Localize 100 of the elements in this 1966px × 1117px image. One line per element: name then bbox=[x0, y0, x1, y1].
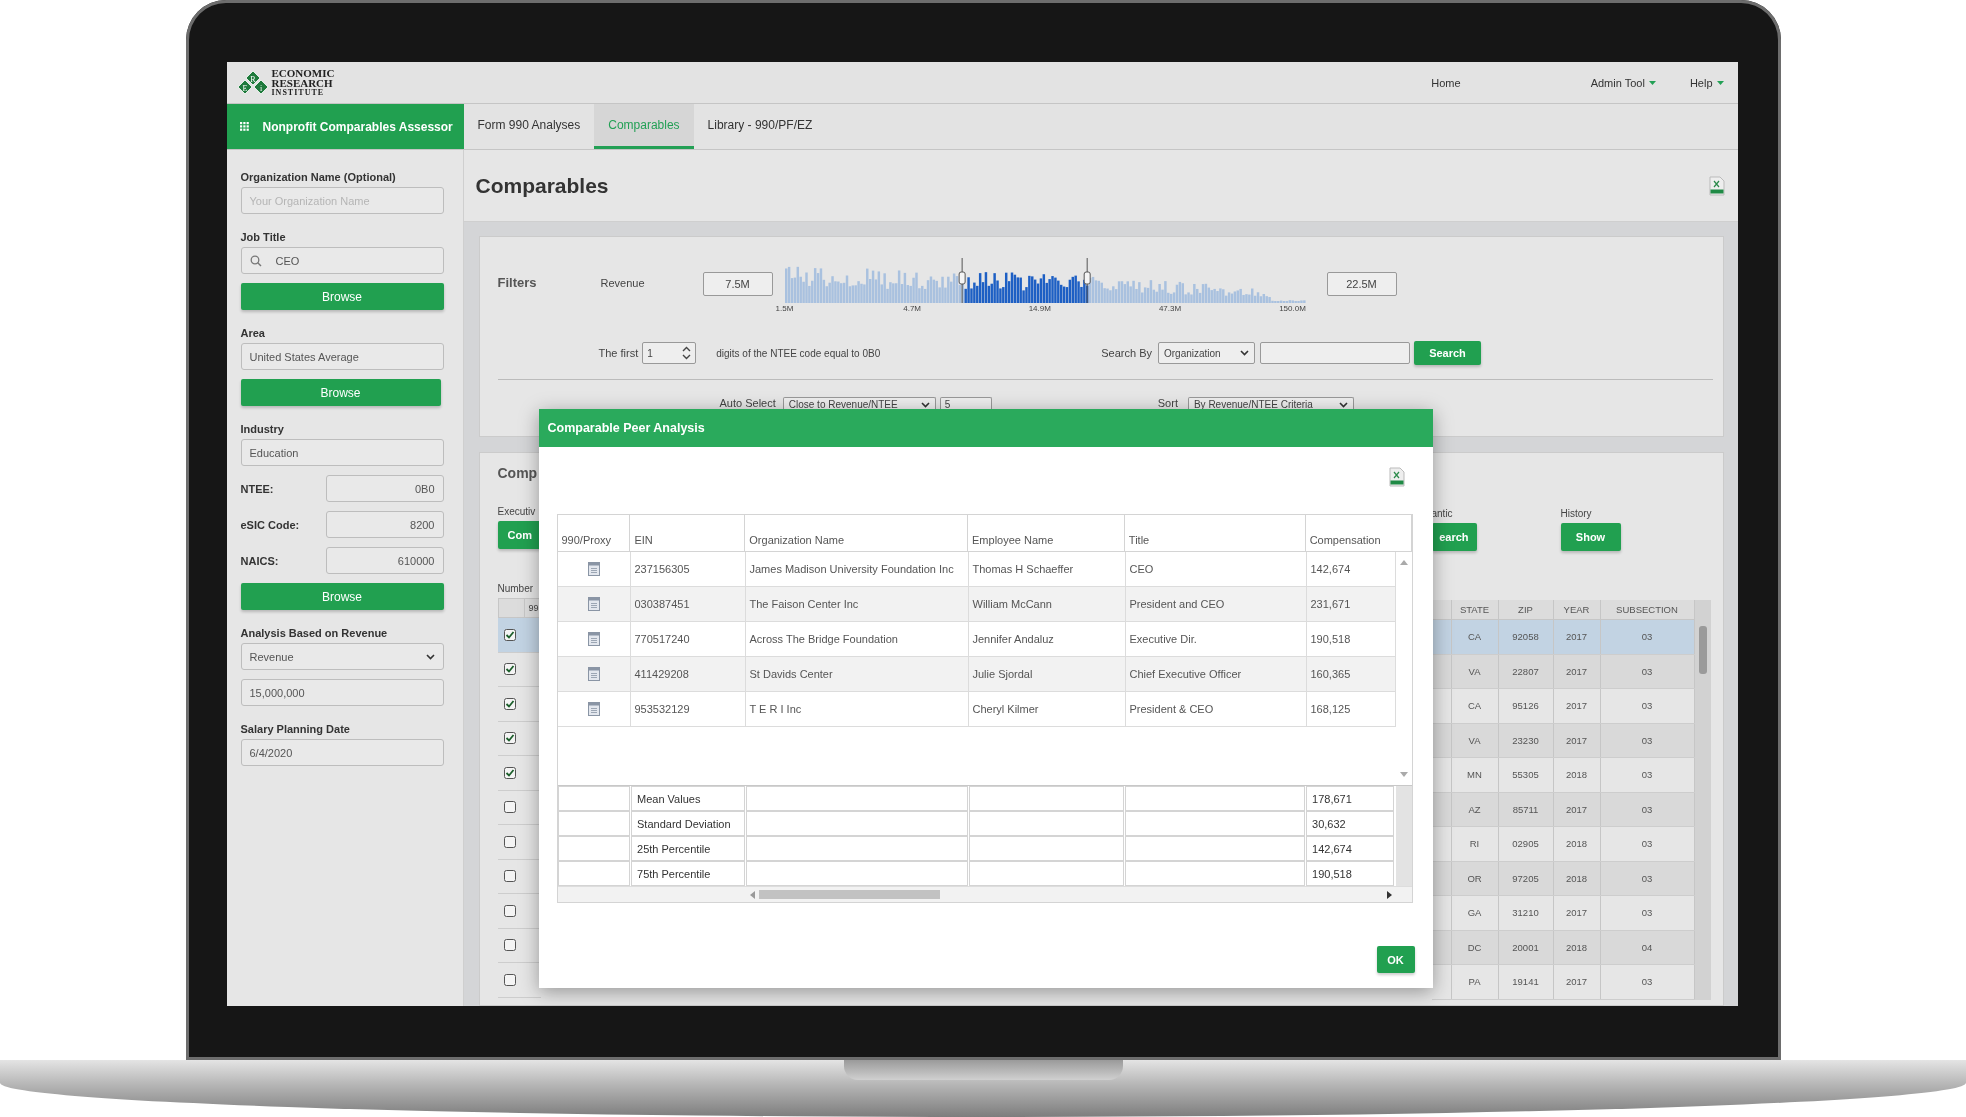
checkbox[interactable] bbox=[503, 973, 516, 986]
column-header: YEAR bbox=[1553, 600, 1601, 619]
checkbox[interactable] bbox=[503, 870, 516, 883]
nav-link[interactable]: Home bbox=[1431, 76, 1461, 89]
table-cell: William McCann bbox=[968, 587, 1126, 621]
browse-button[interactable]: Browse bbox=[240, 379, 441, 406]
table-row[interactable]: 953532129 T E R I Inc Cheryl Kilmer President & CEO 168,125 bbox=[557, 692, 1396, 727]
min-revenue-field[interactable]: 7.5M bbox=[702, 272, 773, 296]
table-row[interactable]: 237156305 James Madison University Foundation Inc Thomas H Schaeffer CEO 142,674 bbox=[557, 552, 1396, 587]
field-label: NTEE: bbox=[240, 482, 274, 495]
input-field[interactable]: 8200 bbox=[325, 511, 444, 538]
search-input[interactable] bbox=[1260, 342, 1410, 364]
scroll-up-icon[interactable] bbox=[1399, 560, 1408, 565]
table-row[interactable]: PA 19141 2017 03 bbox=[1431, 965, 1695, 1000]
select-field[interactable]: Revenue bbox=[240, 643, 444, 670]
field-label: Revenue bbox=[600, 277, 646, 289]
axis-label: 47.3M bbox=[1158, 304, 1182, 313]
table-cell: 03 bbox=[1600, 723, 1695, 757]
compare-button[interactable]: Com bbox=[497, 521, 541, 549]
search-by-select[interactable]: Organization bbox=[1158, 342, 1255, 364]
table-row[interactable]: VA 23230 2017 03 bbox=[1431, 723, 1695, 758]
checkbox[interactable] bbox=[503, 732, 516, 745]
column-header: 99 bbox=[527, 602, 539, 615]
table-cell: 953532129 bbox=[630, 692, 746, 726]
checkbox[interactable] bbox=[503, 904, 516, 917]
table-cell: 142,674 bbox=[1306, 836, 1395, 861]
input-field[interactable]: Education bbox=[240, 439, 444, 466]
field-label: Job Title bbox=[240, 230, 287, 244]
tab[interactable]: Form 990 Analyses bbox=[463, 104, 595, 149]
checkbox[interactable] bbox=[503, 697, 516, 710]
caret-icon bbox=[1648, 80, 1656, 85]
input-field[interactable]: 610000 bbox=[325, 547, 444, 574]
table-cell: St Davids Center bbox=[745, 657, 969, 691]
column-header: EIN bbox=[630, 515, 746, 551]
table-row[interactable]: 030387451 The Faison Center Inc William McCann President and CEO 231,671 bbox=[557, 587, 1396, 622]
number-spinner[interactable]: 1 bbox=[642, 342, 697, 364]
table-row[interactable]: VA 22807 2017 03 bbox=[1431, 654, 1695, 689]
table-row[interactable]: GA 31210 2017 03 bbox=[1431, 896, 1695, 931]
search-button[interactable]: Search bbox=[1414, 341, 1481, 365]
document-icon[interactable] bbox=[587, 667, 600, 681]
nav-link[interactable]: Admin Tool bbox=[1590, 76, 1656, 89]
chevron-icon bbox=[1338, 401, 1348, 408]
spreadsheet-icon[interactable] bbox=[1708, 175, 1725, 196]
checkbox[interactable] bbox=[503, 939, 516, 952]
checkbox[interactable] bbox=[503, 801, 516, 814]
search-field[interactable]: CEO bbox=[240, 247, 444, 274]
document-icon[interactable] bbox=[587, 702, 600, 716]
input-field[interactable]: 0B0 bbox=[325, 475, 444, 502]
field-label: Analysis Based on Revenue bbox=[240, 626, 389, 640]
table-row[interactable]: OR 97205 2018 03 bbox=[1431, 861, 1695, 896]
table-cell: Cheryl Kilmer bbox=[968, 692, 1126, 726]
revenue-histogram-drawing[interactable] bbox=[784, 258, 1306, 303]
input-field[interactable]: United States Average bbox=[240, 343, 444, 370]
browse-button[interactable]: Browse bbox=[240, 583, 444, 610]
checkbox[interactable] bbox=[503, 835, 516, 848]
table-row[interactable]: MN 55305 2018 03 bbox=[1431, 758, 1695, 793]
table-row[interactable]: CA 92058 2017 03 bbox=[1431, 620, 1695, 655]
field-label: Area bbox=[240, 326, 266, 340]
table-cell: MN bbox=[1451, 758, 1499, 792]
grid-icon[interactable] bbox=[239, 122, 249, 131]
table-row[interactable]: CA 95126 2017 03 bbox=[1431, 689, 1695, 724]
max-revenue-field[interactable]: 22.5M bbox=[1326, 272, 1397, 296]
scroll-left-icon[interactable] bbox=[749, 890, 755, 899]
table-row[interactable]: RI 02905 2018 03 bbox=[1431, 827, 1695, 862]
table-cell: 02905 bbox=[1498, 827, 1554, 861]
input-field[interactable]: 15,000,000 bbox=[240, 679, 444, 706]
table-cell: 75th Percentile bbox=[631, 861, 746, 886]
field-label: The first bbox=[598, 347, 639, 359]
filter-description: digits of the NTEE code equal to 0B0 bbox=[716, 347, 882, 359]
table-cell: DC bbox=[1451, 930, 1499, 964]
table-cell: 03 bbox=[1600, 896, 1695, 930]
table-cell: Executive Dir. bbox=[1125, 622, 1307, 656]
chevron-icon bbox=[920, 401, 930, 408]
column-header: ZIP bbox=[1498, 600, 1554, 619]
field-label: Search By bbox=[1101, 347, 1152, 359]
search-button[interactable]: earch bbox=[1431, 523, 1477, 551]
show-button[interactable]: Show bbox=[1560, 523, 1621, 551]
document-icon[interactable] bbox=[587, 632, 600, 646]
document-icon[interactable] bbox=[587, 562, 600, 576]
table-row[interactable]: 770517240 Across The Bridge Foundation Jennifer Andaluz Executive Dir. 190,518 bbox=[557, 622, 1396, 657]
table-row[interactable]: AZ 85711 2017 03 bbox=[1431, 792, 1695, 827]
input-field[interactable]: 6/4/2020 bbox=[240, 739, 444, 766]
checkbox[interactable] bbox=[503, 766, 516, 779]
browse-button[interactable]: Browse bbox=[240, 283, 444, 310]
table-row[interactable] bbox=[497, 618, 541, 653]
field-label: Auto Select bbox=[719, 396, 776, 409]
scroll-right-icon[interactable] bbox=[1386, 890, 1392, 899]
table-cell: 142,674 bbox=[1306, 552, 1396, 586]
tab[interactable]: Library - 990/PF/EZ bbox=[693, 104, 827, 149]
document-icon[interactable] bbox=[587, 597, 600, 611]
table-row[interactable]: DC 20001 2018 04 bbox=[1431, 930, 1695, 965]
scroll-down-icon[interactable] bbox=[1399, 772, 1408, 777]
checkbox[interactable] bbox=[503, 663, 516, 676]
spreadsheet-icon[interactable] bbox=[1388, 467, 1405, 487]
nav-link[interactable]: Help bbox=[1689, 76, 1724, 89]
ok-button[interactable]: OK bbox=[1376, 946, 1415, 973]
table-row[interactable]: 411429208 St Davids Center Julie Sjordal Chief Executive Officer 160,365 bbox=[557, 657, 1396, 692]
checkbox[interactable] bbox=[503, 628, 516, 641]
table-cell: 2018 bbox=[1553, 758, 1601, 792]
axis-label: 1.5M bbox=[775, 304, 794, 313]
